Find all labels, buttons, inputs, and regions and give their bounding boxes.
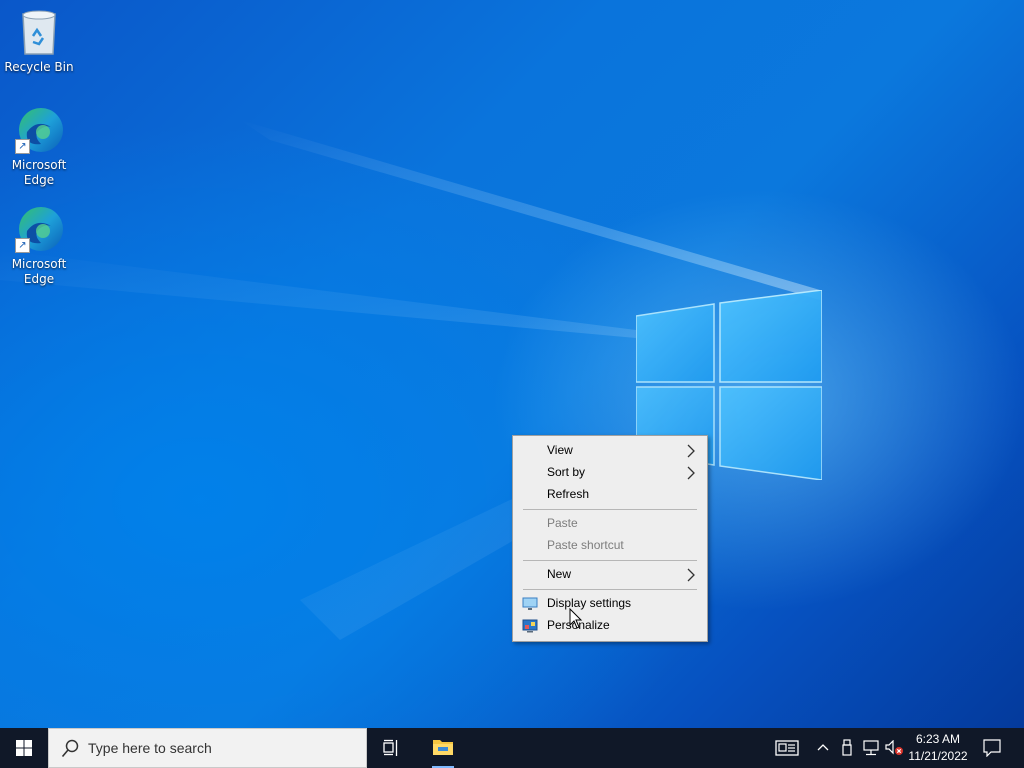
task-view-icon xyxy=(383,739,398,756)
shortcut-arrow-icon: ↗ xyxy=(15,238,30,253)
chevron-right-icon xyxy=(687,466,695,480)
show-hidden-icons-button[interactable] xyxy=(812,728,834,768)
usb-tray-button[interactable] xyxy=(838,728,856,768)
menu-item-personalize[interactable]: Personalize xyxy=(513,615,707,637)
menu-item-paste: Paste xyxy=(513,513,707,535)
desktop-icon-label: Microsoft Edge xyxy=(11,257,67,286)
desktop-context-menu: View Sort by Refresh Paste Paste shortcu… xyxy=(512,435,708,642)
clock-time: 6:23 AM xyxy=(915,732,961,746)
action-center-button[interactable] xyxy=(980,728,1004,768)
usb-icon xyxy=(842,739,852,756)
menu-item-paste-shortcut: Paste shortcut xyxy=(513,535,707,557)
edge-icon: ↗ xyxy=(13,106,65,156)
recycle-bin-icon xyxy=(13,8,65,58)
search-placeholder: Type here to search xyxy=(88,740,212,756)
search-icon xyxy=(61,739,79,758)
shortcut-arrow-icon: ↗ xyxy=(15,139,30,154)
action-center-icon xyxy=(983,739,1001,757)
desktop-icon-recycle-bin[interactable]: Recycle Bin xyxy=(4,8,74,75)
news-and-interests-button[interactable] xyxy=(772,728,802,768)
desktop-icon-label: Recycle Bin xyxy=(4,60,74,74)
menu-item-label: New xyxy=(547,567,572,581)
file-explorer-button[interactable] xyxy=(422,728,464,768)
taskbar: Type here to search 6:23 AM 11/21/2022 xyxy=(0,728,1024,768)
volume-tray-button[interactable] xyxy=(884,728,904,768)
network-icon xyxy=(863,740,879,756)
start-button[interactable] xyxy=(0,728,48,768)
volume-muted-icon xyxy=(885,740,903,755)
menu-separator xyxy=(523,509,697,510)
menu-item-label: Paste xyxy=(547,516,578,530)
personalize-icon xyxy=(522,619,538,633)
display-icon xyxy=(522,597,538,610)
menu-item-label: Display settings xyxy=(547,596,632,610)
chevron-right-icon xyxy=(687,444,695,458)
menu-item-label: Paste shortcut xyxy=(547,538,624,552)
desktop-icon-microsoft-edge[interactable]: ↗ Microsoft Edge xyxy=(4,205,74,287)
taskbar-search-box[interactable]: Type here to search xyxy=(48,728,367,768)
chevron-right-icon xyxy=(687,568,695,582)
menu-item-label: Refresh xyxy=(547,487,590,501)
edge-icon: ↗ xyxy=(13,205,65,255)
taskbar-clock[interactable]: 6:23 AM 11/21/2022 xyxy=(904,731,972,765)
menu-item-label: View xyxy=(547,443,573,457)
file-explorer-icon xyxy=(433,740,453,755)
windows-start-icon xyxy=(16,740,32,756)
chevron-up-icon xyxy=(817,744,829,751)
desktop-icon-microsoft-edge[interactable]: ↗ Microsoft Edge xyxy=(4,106,74,188)
menu-separator xyxy=(523,589,697,590)
clock-date: 11/21/2022 xyxy=(908,749,968,763)
network-tray-button[interactable] xyxy=(860,728,882,768)
mouse-cursor-icon xyxy=(569,608,583,629)
menu-item-view[interactable]: View xyxy=(513,440,707,462)
desktop-icon-label: Microsoft Edge xyxy=(11,158,67,187)
task-view-button[interactable] xyxy=(372,728,412,768)
menu-item-new[interactable]: New xyxy=(513,564,707,586)
menu-separator xyxy=(523,560,697,561)
menu-item-label: Sort by xyxy=(547,465,586,479)
menu-item-sort-by[interactable]: Sort by xyxy=(513,462,707,484)
menu-item-refresh[interactable]: Refresh xyxy=(513,484,707,506)
news-icon xyxy=(775,740,799,756)
menu-item-display-settings[interactable]: Display settings xyxy=(513,593,707,615)
